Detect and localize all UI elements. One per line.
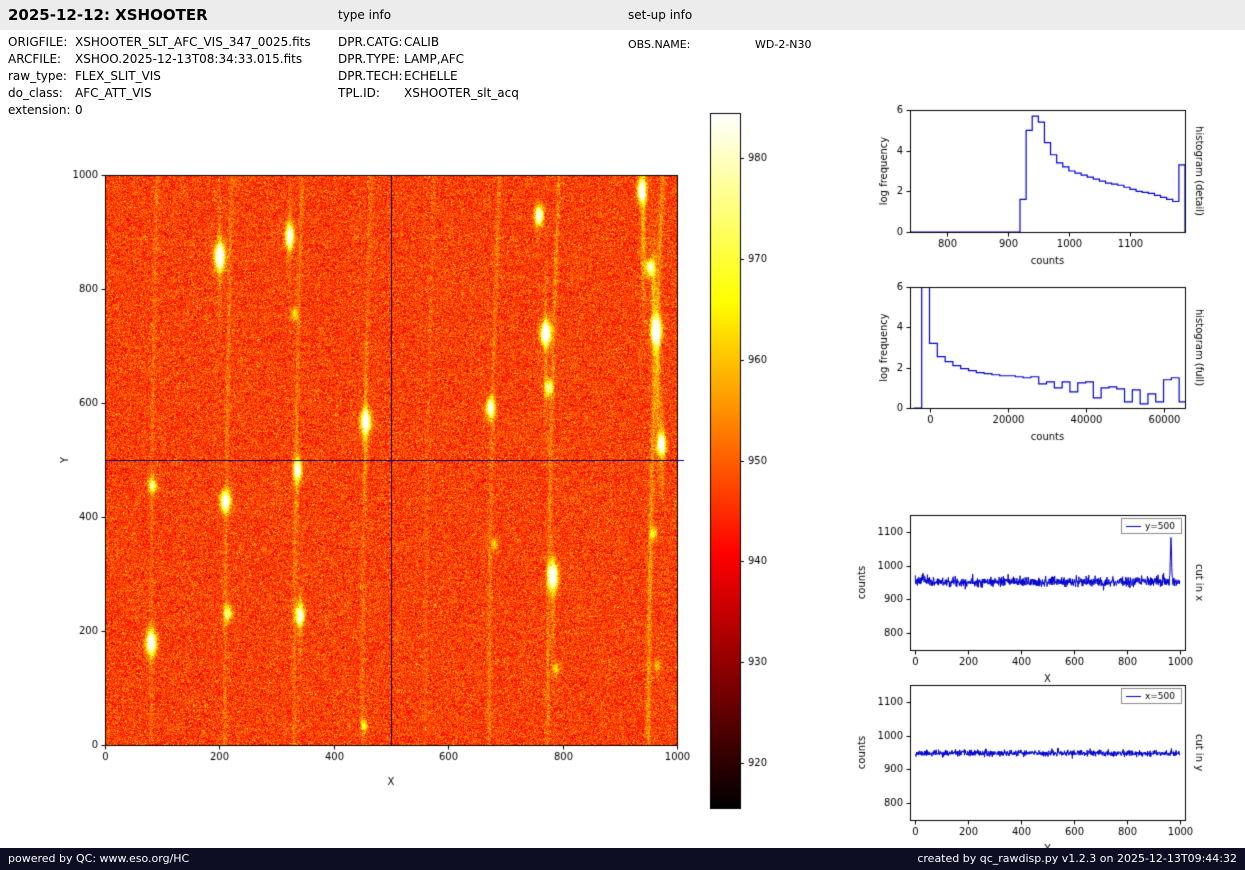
cut-in-y-canvas — [845, 668, 1225, 858]
histogram-detail-plot — [845, 92, 1225, 272]
raw-type-label: raw_type: — [8, 68, 75, 85]
main-image-plot — [40, 105, 700, 805]
metadata-row: OBS.NAME:WD-2-N30 — [628, 36, 812, 53]
dpr-tech-value: ECHELLE — [404, 69, 458, 83]
cut-in-x-plot — [845, 498, 1225, 688]
origfile-value: XSHOOTER_SLT_AFC_VIS_347_0025.fits — [75, 35, 311, 49]
metadata-row: ARCFILE:XSHOO.2025-12-13T08:34:33.015.fi… — [8, 51, 311, 68]
cut-in-x-canvas — [845, 498, 1225, 688]
cut-in-y-plot — [845, 668, 1225, 858]
arcfile-label: ARCFILE: — [8, 51, 75, 68]
tpl-id-value: XSHOOTER_slt_acq — [404, 86, 519, 100]
dpr-catg-value: CALIB — [404, 35, 439, 49]
histogram-full-canvas — [845, 268, 1225, 448]
arcfile-value: XSHOO.2025-12-13T08:34:33.015.fits — [75, 52, 302, 66]
do-class-label: do_class: — [8, 85, 75, 102]
origfile-label: ORIGFILE: — [8, 34, 75, 51]
metadata-row: ORIGFILE:XSHOOTER_SLT_AFC_VIS_347_0025.f… — [8, 34, 311, 51]
tpl-id-label: TPL.ID: — [338, 85, 404, 102]
metadata-row: do_class:AFC_ATT_VIS — [8, 85, 311, 102]
histogram-full-plot — [845, 268, 1225, 448]
metadata-row: DPR.TECH:ECHELLE — [338, 68, 519, 85]
metadata-type-info: DPR.CATG:CALIB DPR.TYPE:LAMP,AFC DPR.TEC… — [338, 34, 519, 102]
dpr-type-label: DPR.TYPE: — [338, 51, 404, 68]
footer-credit-link: powered by QC: www.eso.org/HC — [8, 848, 189, 870]
dpr-tech-label: DPR.TECH: — [338, 68, 404, 85]
dpr-catg-label: DPR.CATG: — [338, 34, 404, 51]
raw-type-value: FLEX_SLIT_VIS — [75, 69, 161, 83]
metadata-row: DPR.CATG:CALIB — [338, 34, 519, 51]
obs-name-value: WD-2-N30 — [755, 38, 812, 51]
footer-created-by: created by qc_rawdisp.py v1.2.3 on 2025-… — [917, 848, 1237, 870]
footer-bar: powered by QC: www.eso.org/HC created by… — [0, 848, 1245, 870]
obs-name-label: OBS.NAME: — [628, 36, 755, 53]
colorbar — [700, 105, 800, 815]
colorbar-canvas — [700, 105, 800, 815]
metadata-row: TPL.ID:XSHOOTER_slt_acq — [338, 85, 519, 102]
type-info-heading: type info — [338, 0, 391, 30]
main-image-canvas — [40, 105, 700, 805]
do-class-value: AFC_ATT_VIS — [75, 86, 152, 100]
header-bar: 2025-12-12: XSHOOTER type info set-up in… — [0, 0, 1245, 30]
histogram-detail-canvas — [845, 92, 1225, 272]
qc-report-page: 2025-12-12: XSHOOTER type info set-up in… — [0, 0, 1245, 870]
metadata-setup-info: OBS.NAME:WD-2-N30 — [628, 36, 812, 53]
setup-info-heading: set-up info — [628, 0, 692, 30]
metadata-row: DPR.TYPE:LAMP,AFC — [338, 51, 519, 68]
page-title: 2025-12-12: XSHOOTER — [8, 0, 208, 30]
dpr-type-value: LAMP,AFC — [404, 52, 464, 66]
metadata-row: raw_type:FLEX_SLIT_VIS — [8, 68, 311, 85]
